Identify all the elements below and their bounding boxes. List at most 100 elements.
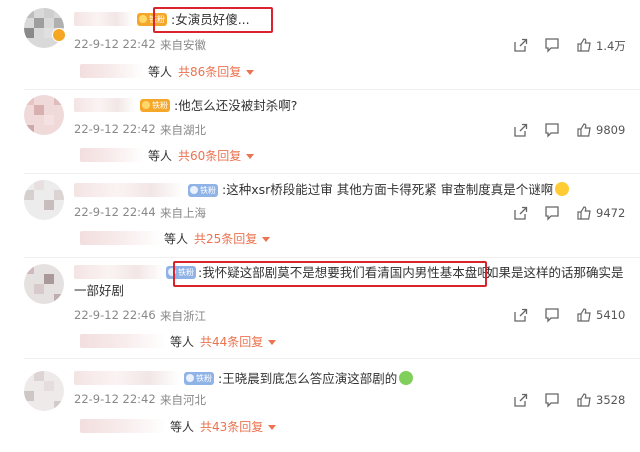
comment-actions: 1.4万 <box>512 37 632 53</box>
comment-text-line2: 一部好剧 <box>74 283 125 298</box>
comment-icon <box>545 393 559 408</box>
fan-badge: 铁粉 <box>188 184 218 197</box>
divider <box>24 173 640 174</box>
share-icon <box>514 123 528 137</box>
chevron-down-icon[interactable] <box>262 237 270 242</box>
avatar[interactable] <box>24 95 64 135</box>
comment-button[interactable] <box>544 37 560 53</box>
comment-text: :女演员好傻... <box>171 12 250 27</box>
comment-actions: 5410 <box>512 307 632 323</box>
like-button[interactable] <box>576 307 592 323</box>
reply-people-label: 等人 <box>170 420 195 434</box>
like-count: 5410 <box>596 308 626 322</box>
comment-icon <box>545 123 559 138</box>
vip-badge-icon <box>52 28 66 42</box>
replier-names-blurred <box>80 419 166 433</box>
chevron-down-icon[interactable] <box>246 154 254 159</box>
fan-badge: 铁粉 <box>140 99 170 112</box>
reply-count-link[interactable]: 共43条回复 <box>200 418 263 435</box>
comment-button[interactable] <box>544 205 560 221</box>
comment-location: 来自湖北 <box>160 123 206 137</box>
divider <box>24 89 640 90</box>
comment-date: 22-9-12 22:42 <box>74 37 156 51</box>
reply-summary: 等人 共44条回复 <box>74 330 294 352</box>
thumbs-up-icon <box>577 123 591 137</box>
comment-date: 22-9-12 22:46 <box>74 308 156 322</box>
comment-text-highlighted: :我怀疑这部剧莫不是想要我们看清国内男性基本盘吧 <box>198 265 490 280</box>
divider <box>24 358 640 359</box>
comment-location: 来自上海 <box>160 206 206 220</box>
surprised-emoji-icon <box>555 182 570 196</box>
share-icon <box>514 393 528 407</box>
thumbs-up-icon <box>577 308 591 322</box>
fan-badge: 铁粉 <box>184 372 214 385</box>
like-button[interactable] <box>576 122 592 138</box>
like-button[interactable] <box>576 392 592 408</box>
comment-location: 来自浙江 <box>160 309 206 323</box>
comment-button[interactable] <box>544 392 560 408</box>
fan-badge-icon <box>186 374 194 382</box>
reply-count-link[interactable]: 共60条回复 <box>178 147 241 164</box>
fan-badge-icon <box>190 186 198 194</box>
username-blurred[interactable] <box>74 371 180 385</box>
like-count: 9809 <box>596 123 626 137</box>
like-button[interactable] <box>576 37 592 53</box>
comment-location: 来自安徽 <box>160 38 206 52</box>
chevron-down-icon[interactable] <box>268 425 276 430</box>
username-blurred[interactable] <box>74 98 136 112</box>
comment-actions: 9472 <box>512 205 632 221</box>
comment-date: 22-9-12 22:44 <box>74 205 156 219</box>
frog-emoji-icon <box>399 371 414 385</box>
replier-names-blurred <box>80 231 162 245</box>
comment-actions: 9809 <box>512 122 632 138</box>
reply-summary: 等人 共86条回复 <box>74 60 274 82</box>
fan-badge-icon <box>168 268 176 276</box>
comment-icon <box>545 38 559 53</box>
thumbs-up-icon <box>577 393 591 407</box>
comment-actions: 3528 <box>512 392 632 408</box>
comment-text: :他怎么还没被封杀啊? <box>174 98 298 113</box>
comment-icon <box>545 308 559 323</box>
replier-names-blurred <box>80 148 144 162</box>
share-button[interactable] <box>512 392 528 408</box>
avatar[interactable] <box>24 180 64 220</box>
reply-summary: 等人 共43条回复 <box>74 415 294 437</box>
comment-icon <box>545 206 559 221</box>
fan-badge-icon <box>139 15 147 23</box>
fan-badge-icon <box>142 101 150 109</box>
chevron-down-icon[interactable] <box>268 340 276 345</box>
comment-location: 来自河北 <box>160 393 206 407</box>
reply-count-link[interactable]: 共44条回复 <box>200 333 263 350</box>
like-count: 9472 <box>596 206 626 220</box>
avatar[interactable] <box>24 371 64 411</box>
username-blurred[interactable] <box>74 12 134 26</box>
comment-button[interactable] <box>544 307 560 323</box>
comment-date: 22-9-12 22:42 <box>74 122 156 136</box>
reply-people-label: 等人 <box>170 335 195 349</box>
reply-count-link[interactable]: 共25条回复 <box>194 230 257 247</box>
fan-badge: 铁粉 <box>166 266 196 279</box>
comment-text-continued: 如果是这样的话那确实是 <box>486 265 624 280</box>
fan-badge: 铁粉 <box>137 13 167 26</box>
share-button[interactable] <box>512 307 528 323</box>
comment-text: :这种xsr桥段能过审 其他方面卡得死紧 审查制度真是个谜啊 <box>222 182 570 198</box>
like-count: 3528 <box>596 393 626 407</box>
like-count: 1.4万 <box>596 39 626 53</box>
avatar[interactable] <box>24 264 64 304</box>
share-icon <box>514 206 528 220</box>
reply-count-link[interactable]: 共86条回复 <box>178 63 241 80</box>
share-button[interactable] <box>512 122 528 138</box>
username-blurred[interactable] <box>74 265 164 279</box>
share-button[interactable] <box>512 205 528 221</box>
comment-date: 22-9-12 22:42 <box>74 392 156 406</box>
comment-text: :王晓晨到底怎么答应演这部剧的 <box>218 371 414 387</box>
replier-names-blurred <box>80 334 166 348</box>
username-blurred[interactable] <box>74 183 184 197</box>
like-button[interactable] <box>576 205 592 221</box>
share-button[interactable] <box>512 37 528 53</box>
reply-people-label: 等人 <box>164 232 189 246</box>
thumbs-up-icon <box>577 38 591 52</box>
comment-button[interactable] <box>544 122 560 138</box>
thumbs-up-icon <box>577 206 591 220</box>
chevron-down-icon[interactable] <box>246 70 254 75</box>
